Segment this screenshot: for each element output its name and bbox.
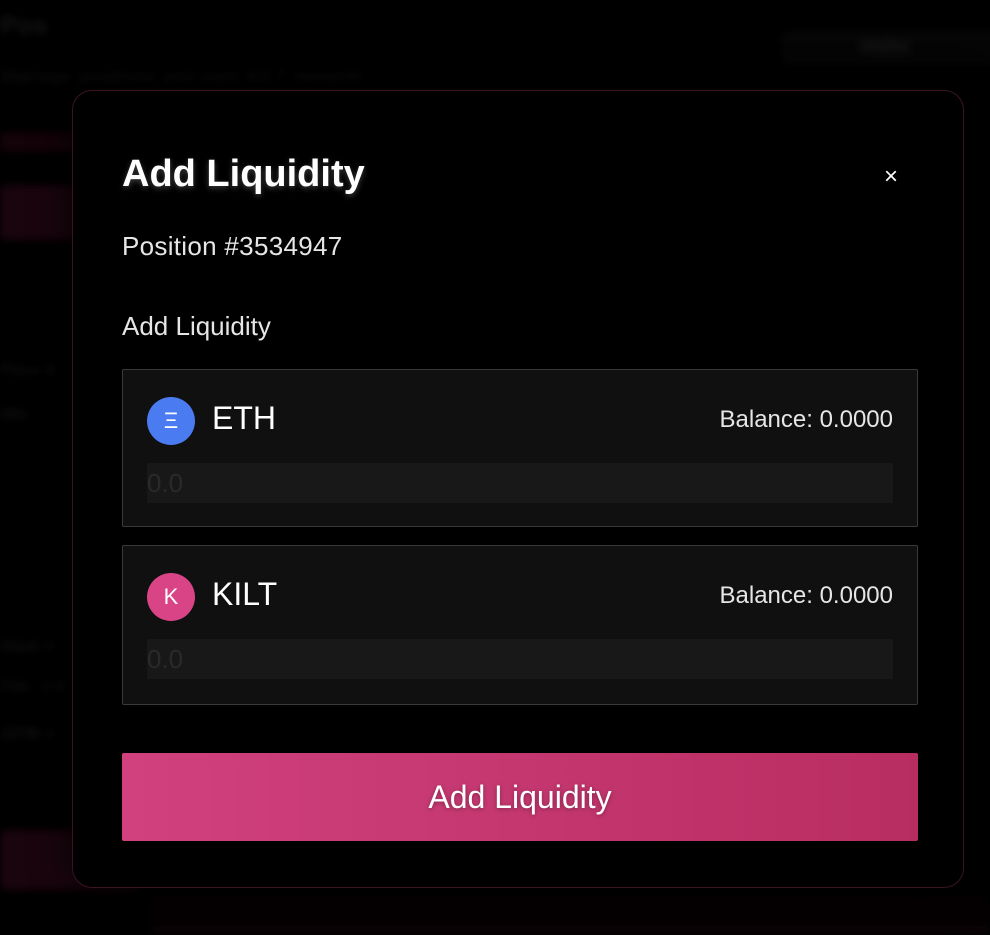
kilt-icon-glyph: K [163, 584, 179, 609]
kilt-amount-input[interactable] [147, 639, 893, 679]
token-balance-kilt: Balance: 0.0000 [719, 582, 893, 609]
close-button[interactable]: × [877, 163, 905, 191]
add-liquidity-modal: Add Liquidity × Position #3534947 Add Li… [72, 90, 964, 888]
section-label: Add Liquidity [122, 311, 271, 341]
token-symbol-eth: ETH [212, 400, 276, 436]
token-balance-eth: Balance: 0.0000 [719, 406, 893, 433]
position-label: Position #3534947 [122, 231, 343, 261]
modal-title: Add Liquidity [122, 153, 365, 195]
kilt-icon: K [147, 573, 195, 621]
token-symbol-kilt: KILT [212, 576, 278, 612]
eth-icon-glyph: Ξ [163, 408, 179, 433]
token-card-eth: Ξ ETH Balance: 0.0000 [122, 369, 918, 527]
eth-icon: Ξ [147, 397, 195, 445]
token-card-kilt: K KILT Balance: 0.0000 [122, 545, 918, 705]
close-icon: × [883, 163, 898, 190]
eth-amount-input[interactable] [147, 463, 893, 503]
add-liquidity-button[interactable]: Add Liquidity [122, 753, 918, 841]
